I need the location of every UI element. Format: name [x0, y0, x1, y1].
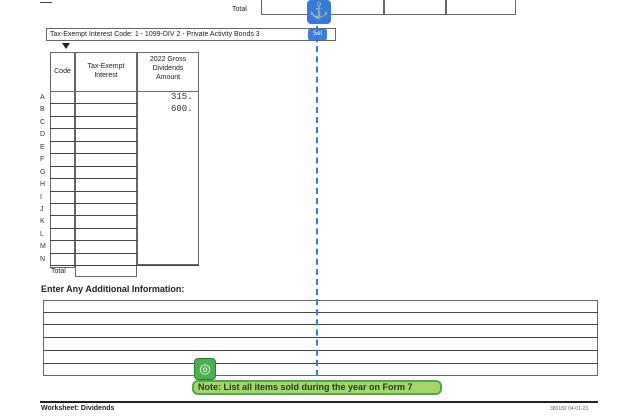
additional-info-line	[43, 312, 598, 313]
top-total-cell-2[interactable]	[384, 0, 446, 15]
code-column	[50, 91, 75, 268]
row-label-a: A	[40, 94, 45, 101]
gross-div-column	[137, 91, 199, 265]
row-line	[50, 253, 137, 254]
down-triangle-icon	[62, 43, 70, 49]
header-code: Code	[54, 68, 71, 75]
row-line	[50, 128, 137, 129]
row-label-k: K	[40, 218, 45, 225]
row-line	[50, 203, 137, 204]
row-label-e: E	[40, 144, 45, 151]
table-total-label: Total	[51, 268, 66, 275]
additional-info-heading: Enter Any Additional Information:	[41, 284, 185, 294]
row-line	[50, 178, 137, 179]
anchor-icon[interactable]: ⚓	[307, 0, 331, 24]
row-line	[50, 215, 137, 216]
note-banner: Note: List all items sold during the yea…	[192, 380, 442, 395]
row-label-f: F	[40, 156, 45, 163]
row-line	[50, 153, 137, 154]
drag-guide-line	[316, 26, 318, 376]
header-tax-exempt: Tax-Exempt Interest	[87, 63, 125, 79]
top-left-tick	[40, 2, 52, 3]
row-line	[50, 141, 137, 142]
additional-info-line	[43, 324, 598, 325]
row-label-b: B	[40, 106, 45, 113]
additional-info-line	[43, 363, 598, 364]
footer-code: 380182 04-01-23	[550, 406, 589, 412]
row-line	[50, 116, 137, 117]
row-label-c: C	[40, 119, 46, 126]
row-line	[50, 228, 137, 229]
top-total-cell-3[interactable]	[446, 0, 516, 15]
row-line	[50, 103, 137, 104]
header-gross-div: 2022 Gross Dividends Amount	[149, 56, 187, 81]
row-label-h: H	[40, 181, 46, 188]
row-line	[50, 265, 199, 266]
row-label-n: N	[40, 256, 46, 263]
gross-div-value-b[interactable]: 600.	[171, 104, 193, 114]
code-line-text: Tax-Exempt Interest Code: 1 - 1099-DIV 2…	[50, 31, 260, 38]
row-label-j: J	[40, 206, 44, 213]
row-label-l: L	[40, 231, 44, 238]
row-line	[50, 240, 137, 241]
row-label-d: D	[40, 131, 46, 138]
top-total-label: Total	[232, 6, 247, 13]
footer-rule	[40, 401, 598, 403]
additional-info-line	[43, 337, 598, 338]
row-label-m: M	[40, 243, 46, 250]
gross-div-value-a[interactable]: 315.	[171, 92, 193, 102]
tax-exempt-column	[75, 91, 137, 277]
target-icon[interactable]: ◎	[194, 358, 216, 380]
row-label-g: G	[40, 169, 46, 176]
footer-title: Worksheet: Dividends	[41, 405, 115, 412]
additional-info-line	[43, 350, 598, 351]
row-label-i: I	[40, 194, 42, 201]
row-line	[50, 191, 137, 192]
row-line	[50, 166, 137, 167]
